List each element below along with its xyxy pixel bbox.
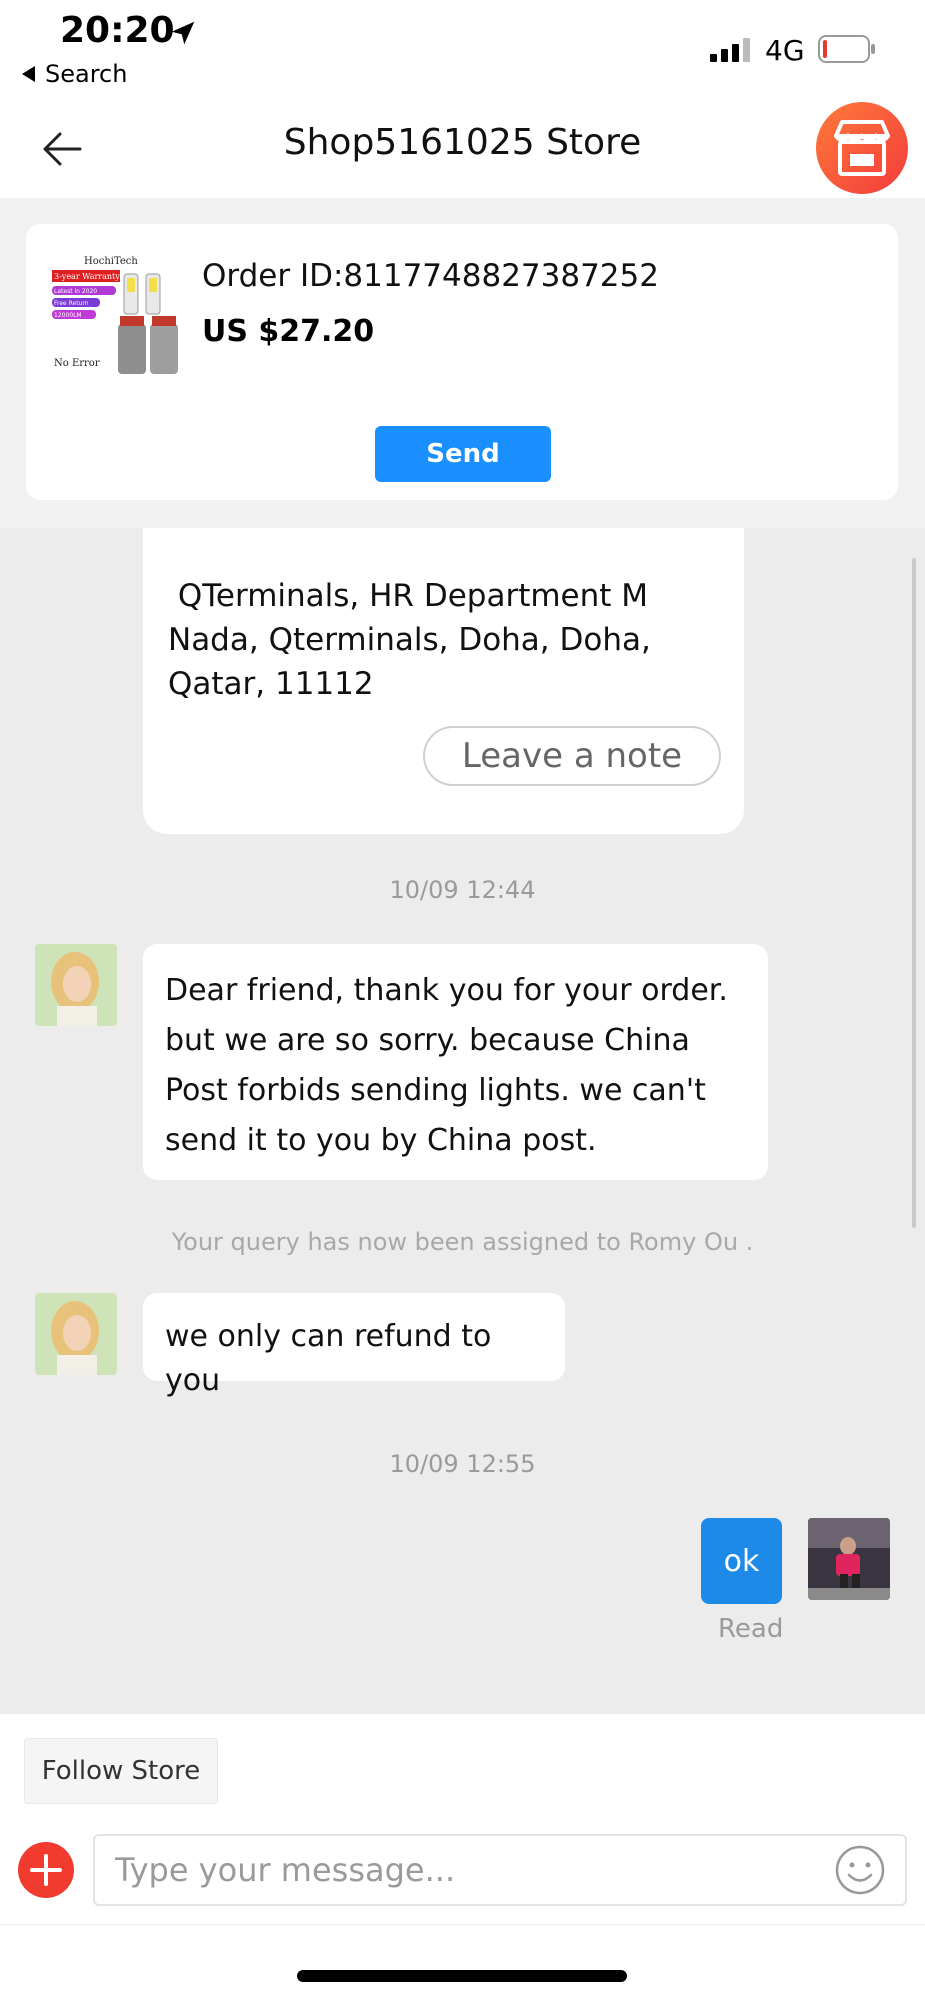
message-timestamp: 10/09 12:55: [389, 1450, 536, 1478]
thumb-warranty: 3-year Warranty: [54, 272, 120, 281]
seller-avatar[interactable]: [35, 944, 117, 1026]
chat-footer: Follow Store: [0, 1714, 925, 2000]
address-line: QTerminals, HR Department M: [168, 578, 649, 614]
seller-message-bubble: Dear friend, thank you for your order. b…: [143, 944, 768, 1180]
page-title: Shop5161025 Store: [283, 122, 642, 163]
product-thumbnail[interactable]: HochiTech 3-year Warranty Latest in 2020…: [50, 254, 190, 384]
order-price: US $27.20: [202, 314, 375, 349]
location-arrow-icon: [171, 21, 195, 45]
message-timestamp: 10/09 12:44: [389, 876, 536, 904]
seller-avatar-image: [35, 944, 117, 1026]
store-icon: [834, 120, 890, 176]
follow-store-button[interactable]: Follow Store: [24, 1738, 218, 1804]
assignment-note: Your query has now been assigned to Romy…: [171, 1228, 754, 1256]
plus-icon: [30, 1854, 62, 1886]
back-to-search[interactable]: Search: [22, 60, 127, 88]
order-card-area: HochiTech 3-year Warranty Latest in 2020…: [0, 198, 925, 528]
address-text: QTerminals, HR Department M Nada, Qtermi…: [168, 574, 688, 706]
home-indicator[interactable]: [297, 1970, 627, 1982]
status-bar: 20:20 Search 4G: [0, 0, 925, 100]
thumb-line-2: Free Return: [54, 300, 89, 307]
buyer-message-bubble: ok: [701, 1518, 782, 1604]
order-id: Order ID:8117748827387252: [202, 258, 659, 294]
signal-icon: [710, 38, 750, 62]
order-card[interactable]: HochiTech 3-year Warranty Latest in 2020…: [26, 224, 898, 500]
thumb-line-3: 12000LM: [54, 312, 82, 319]
add-attachment-button[interactable]: [18, 1842, 74, 1898]
address-line: Qatar, 11112: [168, 666, 374, 702]
chat-header: Shop5161025 Store: [0, 100, 925, 198]
address-line: Nada, Qterminals, Doha, Doha,: [168, 622, 651, 658]
store-logo-button[interactable]: [816, 102, 908, 194]
address-message: QTerminals, HR Department M Nada, Qtermi…: [143, 528, 744, 834]
thumb-footer: No Error: [54, 358, 100, 369]
send-order-button[interactable]: Send: [375, 426, 551, 482]
back-triangle-icon: [22, 66, 35, 82]
buyer-avatar-image: [808, 1518, 890, 1600]
footer-divider: [0, 1924, 925, 1925]
seller-avatar-image: [35, 1293, 117, 1375]
read-receipt: Read: [718, 1614, 784, 1644]
back-search-label: Search: [45, 60, 128, 88]
thumb-brand: HochiTech: [84, 256, 138, 267]
thumb-line-1: Latest in 2020: [54, 288, 97, 295]
seller-avatar[interactable]: [35, 1293, 117, 1375]
emoji-icon[interactable]: [834, 1844, 886, 1896]
status-time: 20:20: [60, 10, 175, 51]
seller-message-bubble: we only can refund to you: [143, 1293, 565, 1398]
buyer-avatar[interactable]: [808, 1518, 890, 1600]
leave-note-button[interactable]: Leave a note: [423, 726, 721, 786]
chat-messages[interactable]: QTerminals, HR Department M Nada, Qtermi…: [0, 528, 925, 1714]
network-type: 4G: [765, 34, 805, 67]
battery-icon: [818, 35, 875, 63]
message-input[interactable]: [93, 1834, 907, 1906]
